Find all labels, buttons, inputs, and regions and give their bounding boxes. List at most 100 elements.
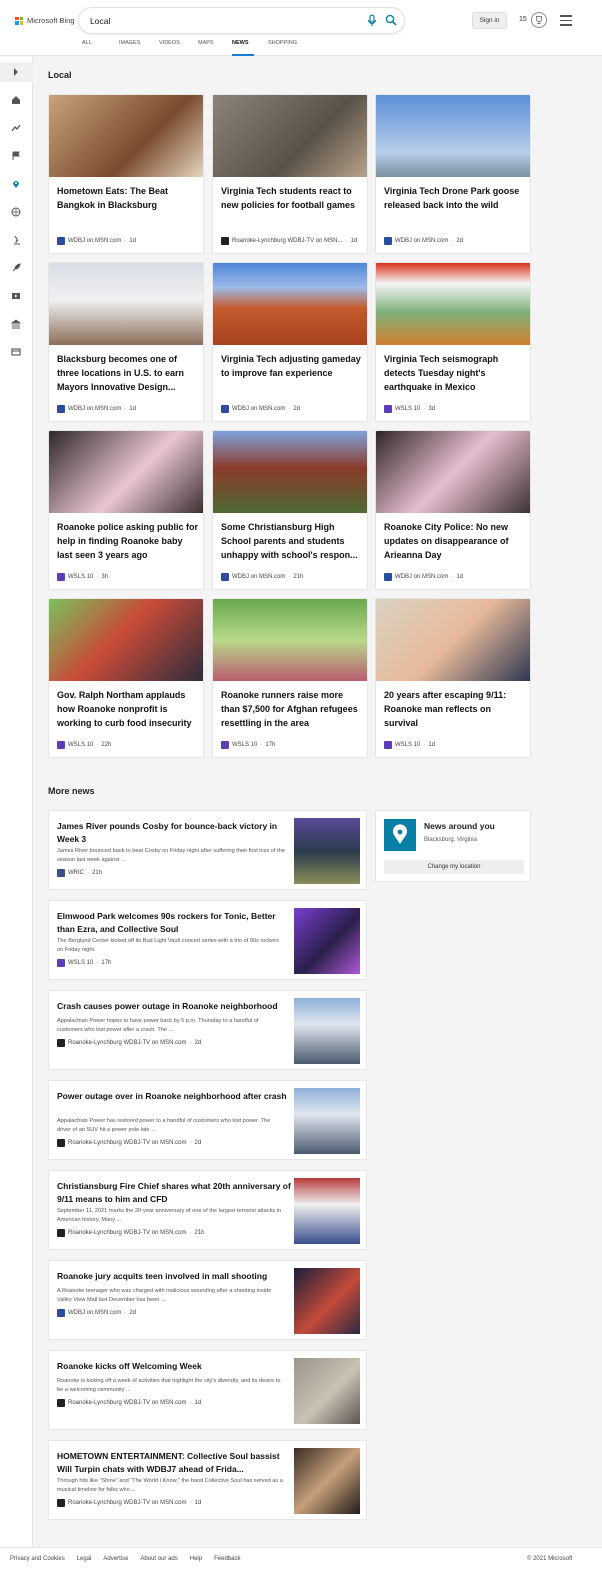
government-icon[interactable] (11, 319, 21, 329)
news-headline[interactable]: Gov. Ralph Northam applauds how Roanoke … (57, 688, 199, 730)
location-icon[interactable] (11, 179, 21, 189)
footer-link-legal[interactable]: Legal (77, 1556, 92, 1562)
news-headline[interactable]: Blacksburg becomes one of three location… (57, 352, 199, 394)
news-card[interactable]: Hometown Eats: The Beat Bangkok in Black… (48, 94, 204, 254)
rewards-points[interactable]: 15 (519, 16, 527, 23)
more-news-item[interactable]: Roanoke kicks off Welcoming Week Roanoke … (48, 1350, 367, 1430)
news-thumbnail[interactable] (49, 431, 203, 513)
news-thumbnail[interactable] (376, 599, 530, 681)
news-card[interactable]: Blacksburg becomes one of three location… (48, 262, 204, 422)
more-news-item[interactable]: Crash causes power outage in Roanoke nei… (48, 990, 367, 1070)
news-headline[interactable]: Christiansburg Fire Chief shares what 20… (57, 1180, 291, 1206)
news-thumbnail[interactable] (294, 998, 360, 1064)
footer-link-about-ads[interactable]: About our ads (140, 1556, 177, 1562)
more-news-item[interactable]: Power outage over in Roanoke neighborhoo… (48, 1080, 367, 1160)
news-headline[interactable]: Hometown Eats: The Beat Bangkok in Black… (57, 184, 199, 212)
tab-news[interactable]: NEWS (232, 40, 254, 56)
separator-dot: · (288, 574, 291, 580)
news-thumbnail[interactable] (213, 263, 367, 345)
news-headline[interactable]: Elmwood Park welcomes 90s rockers for To… (57, 910, 291, 936)
news-thumbnail[interactable] (294, 1178, 360, 1244)
news-thumbnail[interactable] (294, 1448, 360, 1514)
more-news-item[interactable]: Elmwood Park welcomes 90s rockers for To… (48, 900, 367, 980)
more-news-item[interactable]: Christiansburg Fire Chief shares what 20… (48, 1170, 367, 1250)
news-thumbnail[interactable] (213, 599, 367, 681)
tab-images[interactable]: IMAGES (119, 40, 159, 56)
separator-dot: · (124, 1310, 127, 1316)
footer-link-advertise[interactable]: Advertise (103, 1556, 128, 1562)
more-news-item[interactable]: Roanoke jury acquits teen involved in ma… (48, 1260, 367, 1340)
news-card[interactable]: Virginia Tech adjusting gameday to impro… (212, 262, 368, 422)
more-news-item[interactable]: James River pounds Cosby for bounce-back… (48, 810, 367, 890)
news-thumbnail[interactable] (49, 599, 203, 681)
separator-dot: · (189, 1140, 192, 1146)
tab-shopping[interactable]: SHOPPING (268, 40, 308, 56)
flag-icon[interactable] (11, 151, 21, 161)
sidebar-expand-button[interactable] (0, 62, 33, 82)
news-headline[interactable]: James River pounds Cosby for bounce-back… (57, 820, 291, 846)
news-headline[interactable]: 20 years after escaping 9/11: Roanoke ma… (384, 688, 526, 730)
science-icon[interactable] (11, 235, 21, 245)
tab-videos[interactable]: VIDEOS (159, 40, 198, 56)
footer-link-privacy[interactable]: Privacy and Cookies (10, 1556, 65, 1562)
tab-all[interactable]: ALL (82, 40, 119, 56)
news-card[interactable]: Roanoke runners raise more than $7,500 f… (212, 598, 368, 758)
news-thumbnail[interactable] (49, 263, 203, 345)
more-news-item[interactable]: HOMETOWN ENTERTAINMENT: Collective Soul … (48, 1440, 367, 1520)
news-headline[interactable]: Power outage over in Roanoke neighborhoo… (57, 1090, 291, 1103)
news-thumbnail[interactable] (294, 1268, 360, 1334)
news-card[interactable]: Roanoke City Police: No new updates on d… (375, 430, 531, 590)
trending-icon[interactable] (11, 123, 21, 133)
news-thumbnail[interactable] (294, 1088, 360, 1154)
news-headline[interactable]: Roanoke kicks off Welcoming Week (57, 1360, 291, 1373)
news-headline[interactable]: Virginia Tech adjusting gameday to impro… (221, 352, 363, 380)
news-headline[interactable]: Virginia Tech seismograph detects Tuesda… (384, 352, 526, 394)
home-icon[interactable] (11, 95, 21, 105)
rewards-trophy-icon[interactable] (531, 12, 547, 28)
news-thumbnail[interactable] (376, 95, 530, 177)
footer-link-help[interactable]: Help (190, 1556, 202, 1562)
news-thumbnail[interactable] (213, 95, 367, 177)
finance-icon[interactable] (11, 347, 21, 357)
hamburger-menu-icon[interactable] (560, 15, 572, 26)
news-headline[interactable]: Some Christiansburg High School parents … (221, 520, 363, 562)
news-headline[interactable]: HOMETOWN ENTERTAINMENT: Collective Soul … (57, 1450, 291, 1476)
news-headline[interactable]: Crash causes power outage in Roanoke nei… (57, 1000, 291, 1013)
video-icon[interactable] (11, 291, 21, 301)
news-thumbnail[interactable] (294, 1358, 360, 1424)
source-name: WDBJ on MSN.com (395, 238, 449, 244)
news-snippet: James River bounced back to beat Cosby o… (57, 848, 285, 863)
news-headline[interactable]: Roanoke runners raise more than $7,500 f… (221, 688, 363, 730)
news-headline[interactable]: Virginia Tech students react to new poli… (221, 184, 363, 212)
news-thumbnail[interactable] (376, 263, 530, 345)
news-thumbnail[interactable] (294, 818, 360, 884)
separator-dot: · (189, 1040, 192, 1046)
news-card[interactable]: Gov. Ralph Northam applauds how Roanoke … (48, 598, 204, 758)
rocket-icon[interactable] (11, 263, 21, 273)
search-icon[interactable] (385, 14, 397, 26)
news-thumbnail[interactable] (376, 431, 530, 513)
news-headline[interactable]: Roanoke City Police: No new updates on d… (384, 520, 526, 562)
globe-icon[interactable] (11, 207, 21, 217)
news-snippet: Appalachian Power hopes to have power ba… (57, 1018, 259, 1033)
news-headline[interactable]: Virginia Tech Drone Park goose released … (384, 184, 526, 212)
footer-link-feedback[interactable]: Feedback (214, 1556, 240, 1562)
sign-in-button[interactable]: Sign in (472, 12, 507, 29)
news-card[interactable]: 20 years after escaping 9/11: Roanoke ma… (375, 598, 531, 758)
news-card[interactable]: Virginia Tech students react to new poli… (212, 94, 368, 254)
news-headline[interactable]: Roanoke police asking public for help in… (57, 520, 199, 562)
change-location-button[interactable]: Change my location (384, 860, 524, 874)
news-thumbnail[interactable] (294, 908, 360, 974)
news-card[interactable]: Roanoke police asking public for help in… (48, 430, 204, 590)
news-card[interactable]: Virginia Tech seismograph detects Tuesda… (375, 262, 531, 422)
news-thumbnail[interactable] (213, 431, 367, 513)
publisher-logo-icon (221, 405, 229, 413)
news-headline[interactable]: Roanoke jury acquits teen involved in ma… (57, 1270, 291, 1283)
bing-logo[interactable]: Microsoft Bing (15, 16, 75, 25)
microphone-icon[interactable] (366, 14, 378, 27)
news-thumbnail[interactable] (49, 95, 203, 177)
news-card[interactable]: Virginia Tech Drone Park goose released … (375, 94, 531, 254)
news-card[interactable]: Some Christiansburg High School parents … (212, 430, 368, 590)
search-input[interactable] (90, 13, 350, 28)
tab-maps[interactable]: MAPS (198, 40, 232, 56)
